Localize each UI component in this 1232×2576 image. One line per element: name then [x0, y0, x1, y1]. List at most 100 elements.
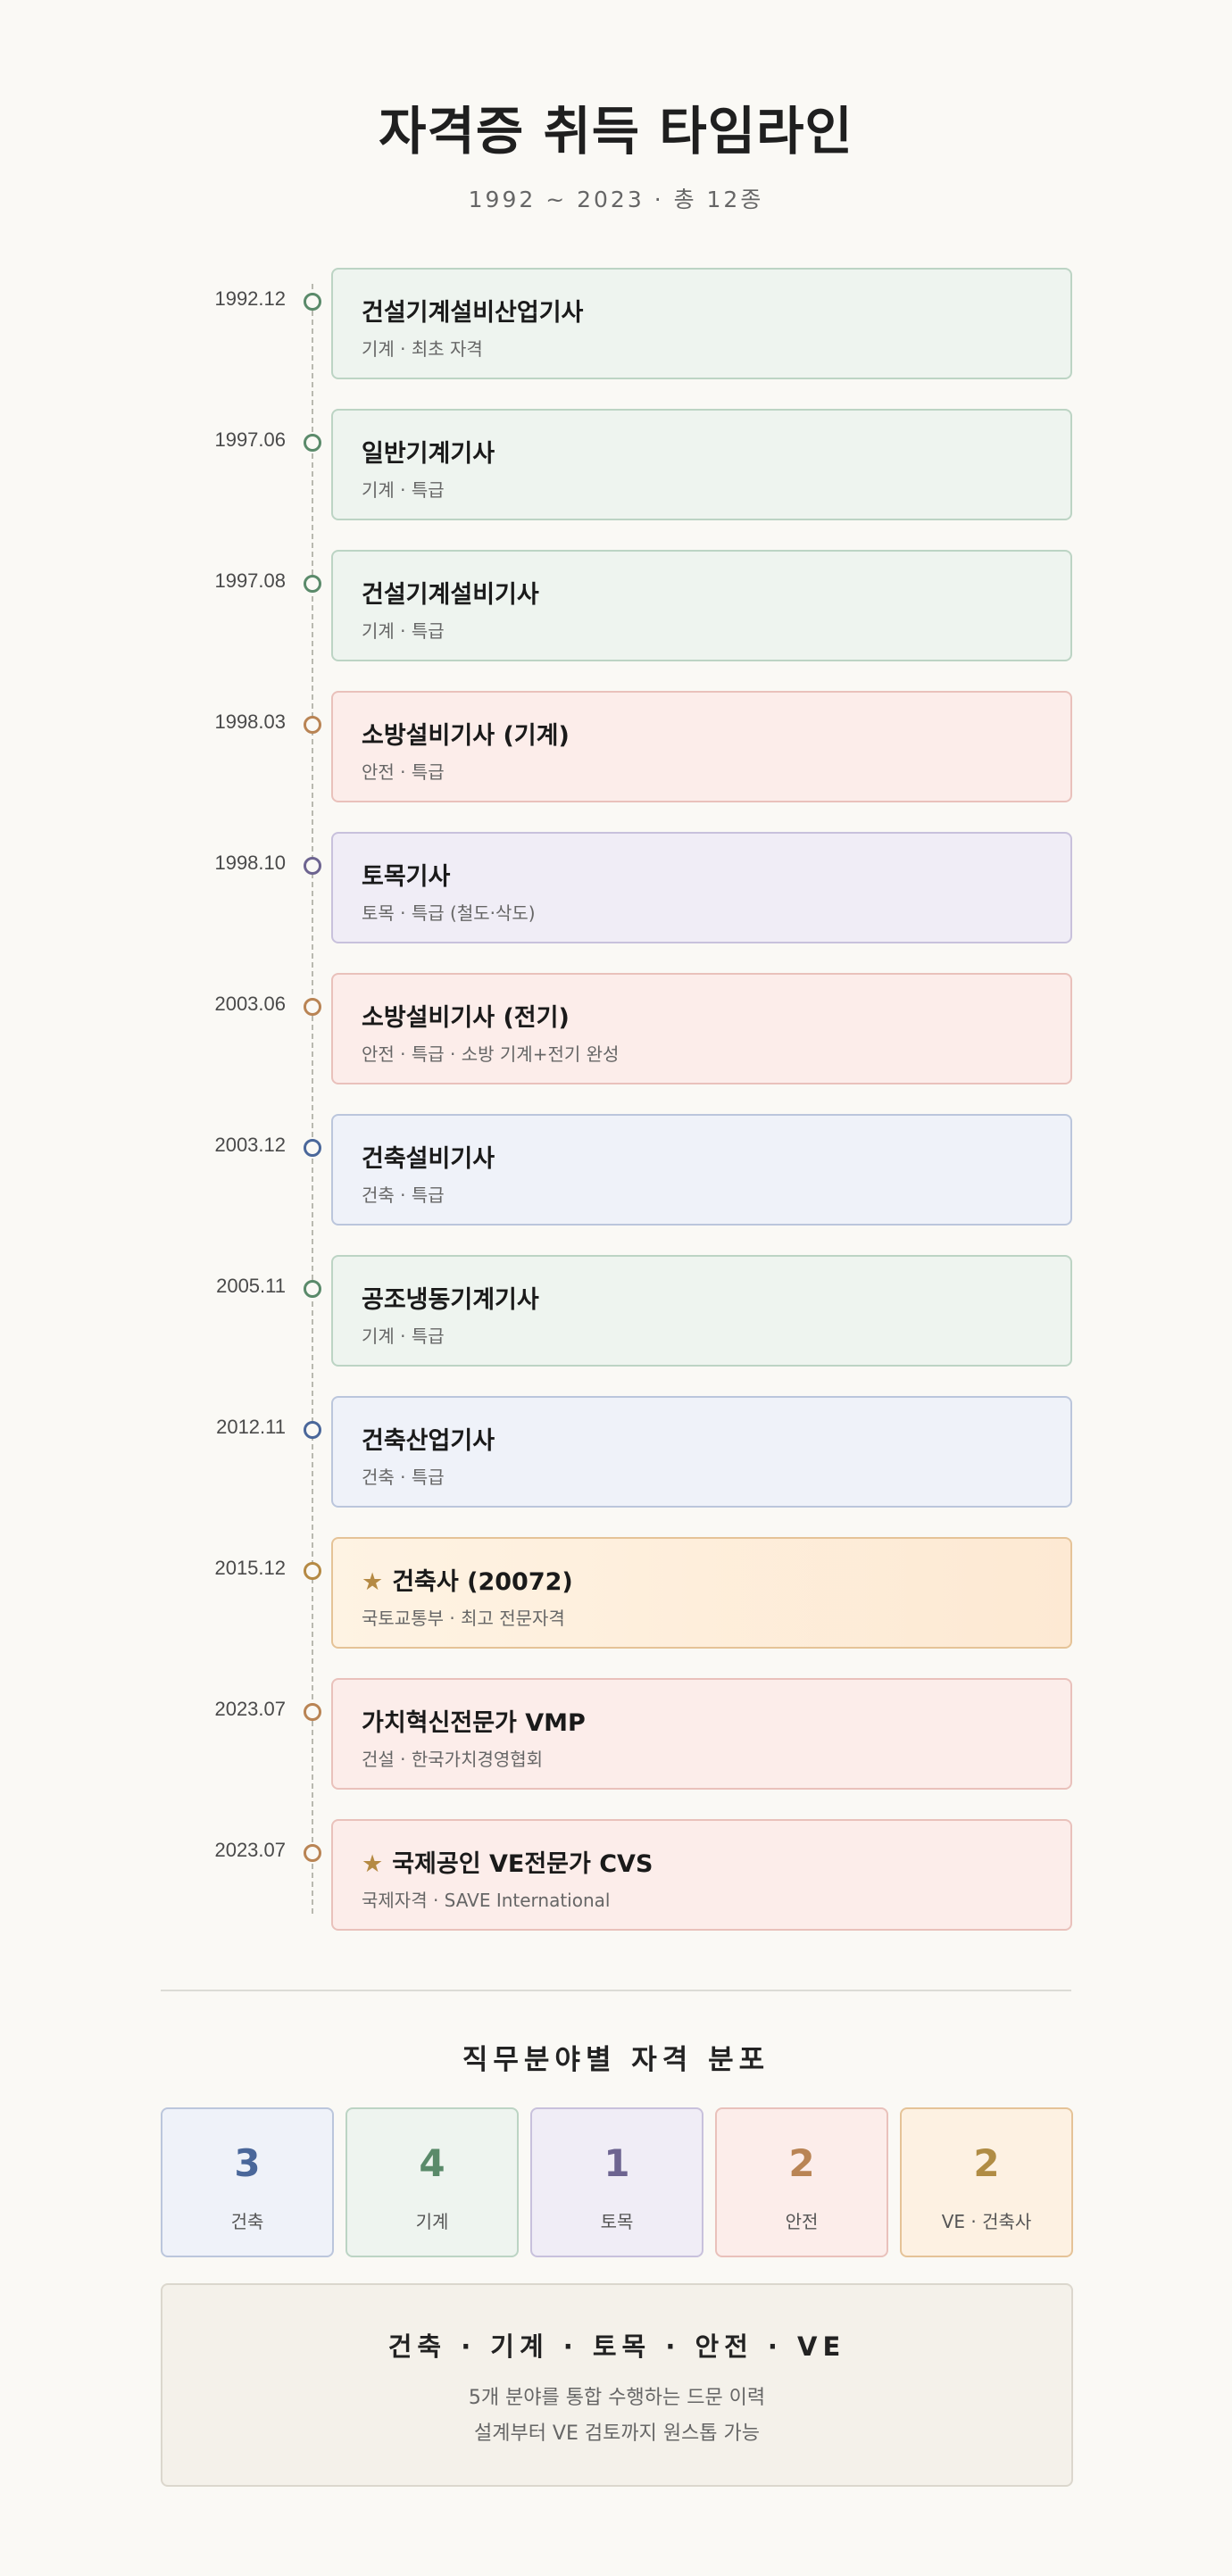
- stat-count: 2: [788, 2141, 815, 2185]
- section-divider: [161, 1990, 1071, 1991]
- certificate-name: 공조냉동기계기사: [362, 1286, 539, 1314]
- certificate-card: ★ 국제공인 VE전문가 CVS 국제자격 · SAVE International: [331, 1819, 1072, 1931]
- certificate-name: 건축설비기사: [362, 1145, 495, 1173]
- certificate-detail: 안전 · 특급 · 소방 기계+전기 완성: [362, 1043, 620, 1065]
- certificate-name: 가치혁신전문가 VMP: [362, 1709, 586, 1737]
- certificate-detail: 건축 · 특급: [362, 1467, 445, 1488]
- timeline-entry: 2005.11 공조냉동기계기사 기계 · 특급: [0, 1255, 1232, 1367]
- timeline-entry: 1997.08 건설기계설비기사 기계 · 특급: [0, 550, 1232, 661]
- entry-date: 1998.10: [214, 852, 286, 874]
- certificate-title: 소방설비기사 (기계): [362, 716, 570, 751]
- summary-title: 건축 · 기계 · 토목 · 안전 · VE: [387, 2331, 846, 2362]
- certificate-card: 가치혁신전문가 VMP 건설 · 한국가치경영협회: [331, 1678, 1072, 1790]
- timeline-entry: 2012.11 건축산업기사건축 · 특급: [0, 1396, 1232, 1508]
- entry-date: 2015.12: [214, 1557, 286, 1579]
- stat-label: 토목: [600, 2211, 634, 2232]
- certificate-title: 건축산업기사: [362, 1421, 495, 1456]
- stat-label: 기계: [415, 2211, 449, 2232]
- stat-count: 1: [604, 2141, 630, 2185]
- timeline-entry: 2003.06 소방설비기사 (전기) 안전 · 특급 · 소방 기계+전기 완성: [0, 973, 1232, 1084]
- timeline-entry: 2003.12 건축설비기사건축 · 특급: [0, 1114, 1232, 1226]
- timeline-entry: 1992.12 건설기계설비산업기사기계 · 최초 자격: [0, 268, 1232, 379]
- certificate-detail: 안전 · 특급: [362, 761, 445, 783]
- certificate-card: 토목기사토목 · 특급 (철도·삭도): [331, 832, 1072, 943]
- timeline-dot: [304, 998, 321, 1016]
- stat-label: 안전: [785, 2211, 819, 2232]
- certificate-name: 토목기사: [362, 863, 451, 891]
- timeline-dot: [304, 1280, 321, 1298]
- certificate-title: 건설기계설비산업기사: [362, 293, 583, 328]
- certificate-title: 일반기계기사: [362, 434, 495, 469]
- certificate-card: 소방설비기사 (전기) 안전 · 특급 · 소방 기계+전기 완성: [331, 973, 1072, 1084]
- category-stat: 2 VE · 건축사: [900, 2107, 1073, 2257]
- certificate-detail: 토목 · 특급 (철도·삭도): [362, 902, 536, 924]
- timeline: 1992.12 건설기계설비산업기사기계 · 최초 자격 1997.06 일반기계기사…: [0, 0, 1232, 1964]
- certificate-title: 소방설비기사 (전기): [362, 998, 570, 1033]
- certificate-card: 일반기계기사기계 · 특급: [331, 409, 1072, 520]
- timeline-dot: [304, 716, 321, 734]
- certificate-title: 건축설비기사: [362, 1139, 495, 1174]
- certificate-detail: 국토교통부 · 최고 전문자격: [362, 1608, 565, 1629]
- timeline-entry: 1998.10 토목기사토목 · 특급 (철도·삭도): [0, 832, 1232, 943]
- stat-count: 3: [234, 2141, 261, 2185]
- certificate-detail: 기계 · 최초 자격: [362, 338, 483, 360]
- certificate-title: 가치혁신전문가 VMP: [362, 1703, 586, 1738]
- certificate-name: 건설기계설비기사: [362, 581, 539, 609]
- stat-count: 2: [973, 2141, 1000, 2185]
- certificate-title: ★ 국제공인 VE전문가 CVS: [362, 1844, 653, 1879]
- stat-count: 4: [419, 2141, 445, 2185]
- certificate-title: ★ 건축사 (20072): [362, 1562, 573, 1597]
- timeline-entry: 2023.07 ★ 국제공인 VE전문가 CVS 국제자격 · SAVE Intern…: [0, 1819, 1232, 1931]
- certificate-name: 국제공인 VE전문가 CVS: [392, 1850, 653, 1878]
- summary-line-1: 5개 분야를 통합 수행하는 드문 이력: [468, 2387, 766, 2409]
- entry-date: 1992.12: [214, 287, 286, 310]
- stat-label: VE · 건축사: [941, 2211, 1032, 2232]
- certificate-title: 건설기계설비기사: [362, 575, 539, 610]
- timeline-dot: [304, 1844, 321, 1862]
- timeline-dot: [304, 293, 321, 311]
- timeline-dot: [304, 575, 321, 593]
- certificate-card: 건축산업기사건축 · 특급: [331, 1396, 1072, 1508]
- certificate-name: 소방설비기사 (기계): [362, 722, 570, 750]
- certificate-detail: 건축 · 특급: [362, 1184, 445, 1206]
- certificate-name: 건설기계설비산업기사: [362, 299, 584, 327]
- timeline-entry: 2015.12 ★ 건축사 (20072) 국토교통부 · 최고 전문자격: [0, 1537, 1232, 1649]
- timeline-dot: [304, 434, 321, 452]
- category-stat: 1 토목: [530, 2107, 703, 2257]
- timeline-line: [312, 284, 313, 1914]
- timeline-dot: [304, 857, 321, 875]
- entry-date: 2023.07: [214, 1698, 286, 1720]
- timeline-entry: 2023.07 가치혁신전문가 VMP 건설 · 한국가치경영협회: [0, 1678, 1232, 1790]
- star-icon: ★: [362, 1850, 384, 1878]
- entry-date: 2012.11: [216, 1416, 286, 1438]
- certificate-card: 건축설비기사건축 · 특급: [331, 1114, 1072, 1226]
- certificate-name: 소방설비기사 (전기): [362, 1004, 570, 1032]
- certificate-card: 소방설비기사 (기계) 안전 · 특급: [331, 691, 1072, 802]
- category-stat: 2 안전: [715, 2107, 888, 2257]
- summary-box: 건축 · 기계 · 토목 · 안전 · VE 5개 분야를 통합 수행하는 드문…: [161, 2283, 1073, 2487]
- entry-date: 2003.06: [214, 993, 286, 1015]
- certificate-name: 일반기계기사: [362, 440, 495, 468]
- certificate-detail: 건설 · 한국가치경영협회: [362, 1749, 544, 1770]
- timeline-entry: 1998.03 소방설비기사 (기계) 안전 · 특급: [0, 691, 1232, 802]
- entry-date: 1998.03: [214, 710, 286, 733]
- certificate-title: 공조냉동기계기사: [362, 1280, 539, 1315]
- distribution-title: 직무분야별 자격 분포: [462, 2044, 770, 2076]
- certificate-detail: 기계 · 특급: [362, 479, 445, 501]
- timeline-dot: [304, 1421, 321, 1439]
- certificate-name: 건축산업기사: [362, 1427, 495, 1455]
- entry-date: 2003.12: [214, 1134, 286, 1156]
- entry-date: 1997.08: [214, 569, 286, 592]
- entry-date: 2005.11: [216, 1275, 286, 1297]
- certificate-title: 토목기사: [362, 857, 450, 892]
- timeline-dot: [304, 1139, 321, 1157]
- entry-date: 2023.07: [214, 1839, 286, 1861]
- category-stat: 3 건축: [161, 2107, 334, 2257]
- certificate-card: 건설기계설비산업기사기계 · 최초 자격: [331, 268, 1072, 379]
- certificate-name: 건축사 (20072): [392, 1568, 573, 1596]
- entry-date: 1997.06: [214, 428, 286, 451]
- timeline-entry: 1997.06 일반기계기사기계 · 특급: [0, 409, 1232, 520]
- category-stat: 4 기계: [345, 2107, 519, 2257]
- stat-label: 건축: [230, 2211, 264, 2232]
- certificate-card: 건설기계설비기사 기계 · 특급: [331, 550, 1072, 661]
